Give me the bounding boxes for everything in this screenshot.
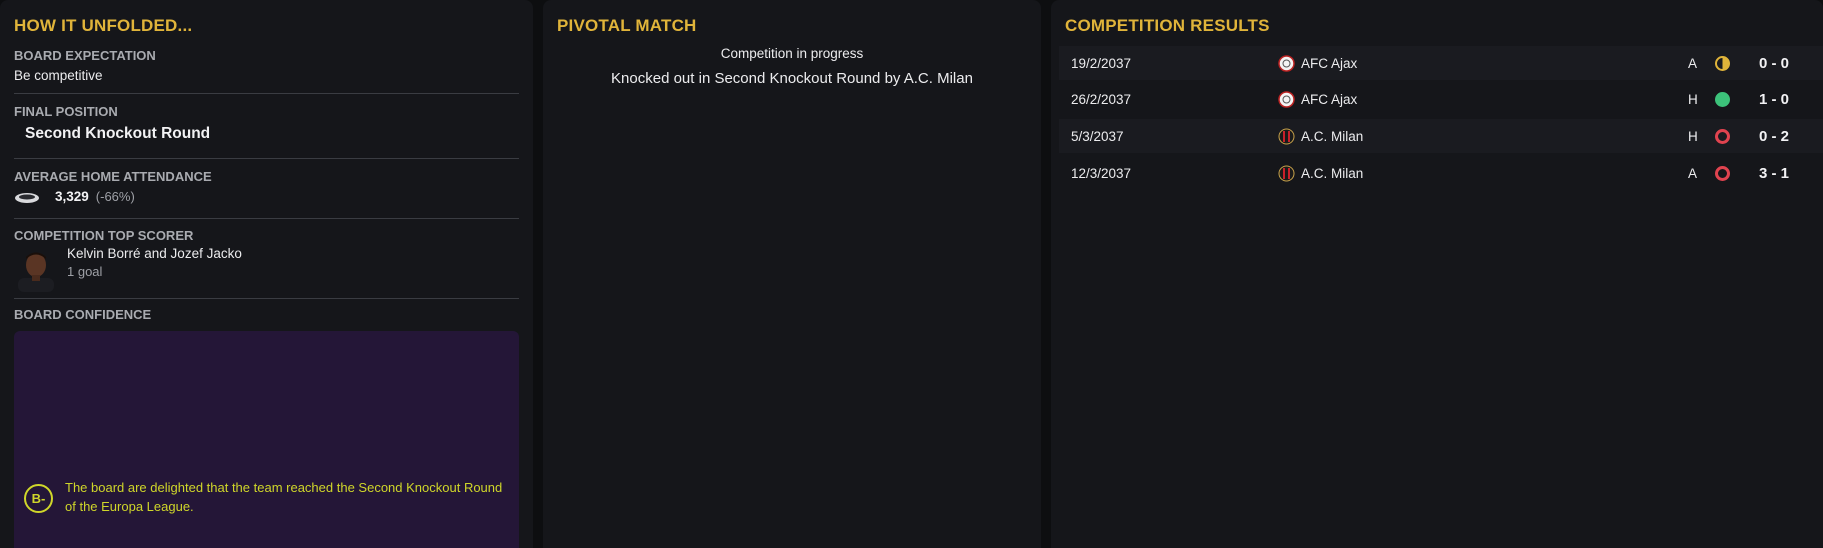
result-row[interactable]: 12/3/2037 A.C. Milan A 3 - 1 — [1059, 156, 1823, 190]
venue: A — [1688, 165, 1698, 181]
win-icon — [1715, 92, 1730, 107]
player-avatar — [18, 248, 54, 292]
top-scorer[interactable]: Kelvin Borré and Jozef Jacko 1 goal — [14, 246, 514, 294]
divider — [14, 298, 519, 299]
milan-crest-icon — [1278, 164, 1295, 183]
board-confidence-label: BOARD CONFIDENCE — [14, 307, 152, 322]
match-date: 26/2/2037 — [1071, 91, 1132, 107]
draw-icon — [1715, 56, 1730, 71]
venue: A — [1688, 55, 1698, 71]
result-row[interactable]: 26/2/2037 AFC Ajax H 1 - 0 — [1059, 82, 1823, 116]
board-expectation-value: Be competitive — [14, 68, 103, 83]
panel-title: PIVOTAL MATCH — [557, 16, 697, 35]
stadium-icon — [14, 191, 40, 203]
final-position-value: Second Knockout Round — [25, 125, 211, 142]
match-score[interactable]: 1 - 0 — [1759, 91, 1789, 108]
match-date: 5/3/2037 — [1071, 128, 1124, 144]
competition-status: Competition in progress — [720, 46, 864, 61]
top-scorer-names[interactable]: Kelvin Borré and Jozef Jacko — [67, 246, 242, 261]
opponent-name[interactable]: A.C. Milan — [1301, 129, 1363, 144]
attendance-row: 3,329 (-66%) — [14, 189, 135, 204]
milan-crest-icon — [1278, 127, 1295, 146]
divider — [14, 218, 519, 219]
attendance-change: (-66%) — [95, 189, 135, 204]
knocked-out-text: Knocked out in Second Knockout Round by … — [611, 70, 973, 87]
top-scorer-label: COMPETITION TOP SCORER — [14, 228, 194, 243]
attendance-label: AVERAGE HOME ATTENDANCE — [14, 169, 212, 184]
loss-icon — [1715, 129, 1730, 144]
loss-icon — [1715, 166, 1730, 181]
result-row[interactable]: 19/2/2037 AFC Ajax A 0 - 0 — [1059, 46, 1823, 80]
top-scorer-goals: 1 goal — [67, 264, 103, 279]
opponent-name[interactable]: AFC Ajax — [1301, 56, 1357, 71]
pivotal-match-panel: PIVOTAL MATCH Competition in progress Kn… — [543, 0, 1041, 548]
ajax-crest-icon — [1278, 90, 1295, 109]
match-date: 19/2/2037 — [1071, 55, 1132, 71]
panel-title: COMPETITION RESULTS — [1065, 16, 1270, 35]
divider — [14, 93, 519, 94]
final-position-label: FINAL POSITION — [14, 104, 118, 119]
match-date: 12/3/2037 — [1071, 165, 1132, 181]
competition-results-panel: COMPETITION RESULTS 19/2/2037 AFC Ajax A… — [1051, 0, 1823, 548]
result-row[interactable]: 5/3/2037 A.C. Milan H 0 - 2 — [1059, 119, 1823, 153]
confidence-grade-badge: B- — [24, 484, 53, 513]
board-expectation-label: BOARD EXPECTATION — [14, 48, 156, 63]
match-score[interactable]: 0 - 0 — [1759, 55, 1789, 72]
how-it-unfolded-panel: HOW IT UNFOLDED... BOARD EXPECTATION Be … — [0, 0, 533, 548]
confidence-text: The board are delighted that the team re… — [65, 480, 503, 514]
venue: H — [1688, 91, 1698, 107]
divider — [14, 158, 519, 159]
venue: H — [1688, 128, 1698, 144]
ajax-crest-icon — [1278, 54, 1295, 73]
panel-title: HOW IT UNFOLDED... — [14, 16, 193, 35]
opponent-name[interactable]: A.C. Milan — [1301, 166, 1363, 181]
match-score[interactable]: 3 - 1 — [1759, 165, 1789, 182]
match-score[interactable]: 0 - 2 — [1759, 128, 1789, 145]
attendance-value: 3,329 — [55, 189, 89, 204]
opponent-name[interactable]: AFC Ajax — [1301, 92, 1357, 107]
board-confidence-box: B- The board are delighted that the team… — [14, 331, 519, 548]
